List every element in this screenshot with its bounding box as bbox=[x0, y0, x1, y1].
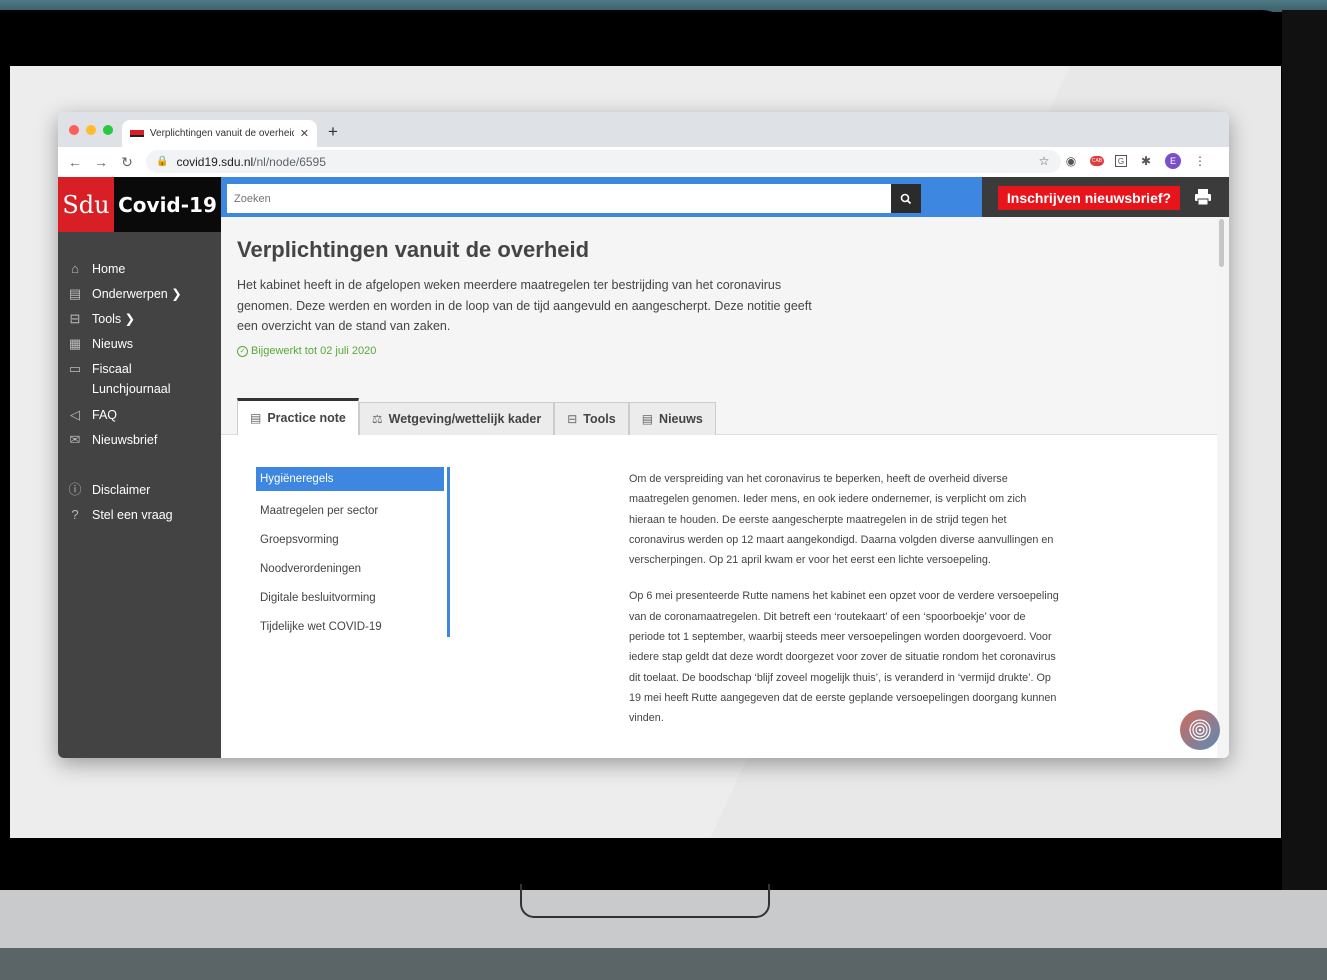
sidebar-item-label: Disclaimer bbox=[92, 483, 151, 497]
scrollbar[interactable] bbox=[1217, 217, 1229, 758]
laptop-notch bbox=[520, 884, 770, 918]
tab-practice-note[interactable]: ▤ Practice note bbox=[237, 398, 359, 435]
toc-item-maatregelen-per-sector[interactable]: Maatregelen per sector bbox=[256, 496, 444, 525]
main-content: Verplichtingen vanuit de overheid Het ka… bbox=[221, 217, 1217, 758]
fingerprint-icon[interactable] bbox=[1180, 710, 1220, 750]
updated-notice: ✓ Bijgewerkt tot 02 juli 2020 bbox=[237, 345, 376, 357]
envelope-icon: ✉ bbox=[69, 432, 81, 447]
toc-item-noodverordeningen[interactable]: Noodverordeningen bbox=[256, 554, 444, 583]
browser-toolbar: ← → ↻ 🔒 covid19.sdu.nl /nl/node/6595 ☆ ◉… bbox=[58, 147, 1229, 177]
kebab-menu-icon[interactable]: ⋮ bbox=[1192, 153, 1208, 169]
page-intro: Het kabinet heeft in de afgelopen weken … bbox=[237, 278, 812, 333]
close-window-button[interactable] bbox=[69, 125, 79, 135]
sidebar-item-fiscaal-lunchjournaal[interactable]: ▭ Fiscaal Lunchjournaal bbox=[67, 362, 182, 399]
article-paragraph: Op 6 mei presenteerde Rutte namens het k… bbox=[629, 590, 1059, 725]
sidebar-item-stel-een-vraag[interactable]: ? Stel een vraag bbox=[67, 507, 173, 525]
tab-close-icon[interactable]: ✕ bbox=[300, 127, 309, 140]
search-button[interactable] bbox=[891, 184, 921, 213]
new-tab-icon[interactable]: + bbox=[328, 122, 338, 142]
toc-item-groepsvorming[interactable]: Groepsvorming bbox=[256, 525, 444, 554]
tab-label: Practice note bbox=[267, 411, 346, 425]
extension-badge-icon[interactable]: CAB bbox=[1090, 156, 1104, 166]
extension-circle-icon[interactable]: ◉ bbox=[1063, 153, 1079, 169]
scales-icon: ⚖ bbox=[371, 412, 383, 426]
page-hero: Verplichtingen vanuit de overheid Het ka… bbox=[221, 217, 1217, 435]
subscribe-newsletter-button[interactable]: Inschrijven nieuwsbrief? bbox=[998, 186, 1180, 210]
profile-avatar[interactable]: E bbox=[1165, 153, 1181, 169]
sidebar-item-label: FAQ bbox=[92, 408, 118, 422]
tv-icon: ▭ bbox=[68, 361, 82, 376]
updated-text: Bijgewerkt tot 02 juli 2020 bbox=[251, 345, 377, 357]
home-icon: ⌂ bbox=[71, 261, 79, 276]
sidebar-item-home[interactable]: ⌂ Home bbox=[67, 262, 125, 279]
sidebar-item-faq[interactable]: ◁ FAQ bbox=[67, 408, 117, 425]
sidebar-item-label: Nieuws bbox=[92, 337, 133, 351]
puzzle-icon[interactable]: ✱ bbox=[1138, 153, 1154, 169]
article-paragraph: Om de verspreiding van het coronavirus t… bbox=[629, 473, 1054, 567]
laptop-base-shadow bbox=[0, 948, 1327, 980]
sidebar-item-label: Tools ❯ bbox=[92, 312, 136, 326]
bookmark-star-icon[interactable]: ☆ bbox=[1036, 153, 1052, 169]
document-icon: ▤ bbox=[250, 411, 262, 425]
sidebar-item-label: Fiscaal Lunchjournaal bbox=[92, 362, 171, 396]
article-body: Om de verspreiding van het coronavirus t… bbox=[629, 469, 1061, 745]
tab-title: Verplichtingen vanuit de overheid bbox=[149, 128, 294, 139]
sidebar-item-label: Nieuwsbrief bbox=[92, 433, 158, 447]
sidebar-item-label: Home bbox=[92, 262, 126, 276]
check-circle-icon: ✓ bbox=[237, 345, 248, 357]
sidebar-item-label: Onderwerpen ❯ bbox=[92, 287, 182, 301]
megaphone-icon: ◁ bbox=[70, 407, 80, 422]
sidebar-item-tools[interactable]: ⊟ Tools ❯ bbox=[67, 311, 136, 329]
url-host: covid19.sdu.nl bbox=[176, 154, 254, 169]
search-input[interactable] bbox=[227, 184, 891, 213]
page-title: Verplichtingen vanuit de overheid bbox=[237, 237, 590, 262]
tab-wetgeving[interactable]: ⚖ Wetgeving/wettelijk kader bbox=[358, 402, 555, 435]
lock-icon: 🔒 bbox=[156, 156, 169, 167]
forward-icon[interactable]: → bbox=[88, 154, 114, 170]
toolbox-icon: ⊟ bbox=[567, 412, 578, 426]
covid-logo[interactable]: Covid-19 bbox=[114, 177, 221, 232]
extension-g-icon[interactable]: G bbox=[1115, 155, 1127, 167]
toolbox-icon: ⊟ bbox=[69, 311, 81, 326]
newspaper-icon: ▦ bbox=[68, 336, 82, 351]
sdu-logo[interactable]: Sdu bbox=[58, 177, 114, 232]
info-icon: ⓘ bbox=[68, 482, 82, 497]
tab-label: Wetgeving/wettelijk kader bbox=[388, 412, 542, 426]
laptop-bezel-edge bbox=[1282, 10, 1327, 890]
back-icon[interactable]: ← bbox=[62, 154, 88, 170]
search-icon bbox=[900, 193, 912, 204]
document-icon: ▤ bbox=[68, 286, 82, 301]
url-path: /nl/node/6595 bbox=[253, 154, 326, 169]
tab-label: Tools bbox=[583, 412, 616, 426]
tab-tools[interactable]: ⊟ Tools bbox=[554, 402, 629, 435]
newspaper-icon: ▤ bbox=[641, 412, 654, 426]
fingerprint-glyph bbox=[1189, 719, 1211, 741]
sidebar-item-nieuwsbrief[interactable]: ✉ Nieuwsbrief bbox=[67, 432, 158, 450]
question-icon: ? bbox=[71, 507, 79, 522]
favicon-icon bbox=[130, 130, 144, 137]
toc-item-digitale-besluitvorming[interactable]: Digitale besluitvorming bbox=[256, 583, 444, 612]
content-tabs: ▤ Practice note ⚖ Wetgeving/wettelijk ka… bbox=[237, 398, 716, 436]
sidebar-item-nieuws[interactable]: ▦ Nieuws bbox=[67, 337, 133, 354]
browser-tab[interactable]: Verplichtingen vanuit de overheid ✕ bbox=[122, 120, 317, 147]
tab-nieuws[interactable]: ▤ Nieuws bbox=[628, 402, 716, 435]
table-of-contents: Hygiëneregels Maatregelen per sector Gro… bbox=[256, 467, 450, 637]
tab-strip: Verplichtingen vanuit de overheid ✕ + bbox=[58, 112, 1229, 147]
print-icon[interactable] bbox=[1194, 188, 1212, 206]
reload-icon[interactable]: ↻ bbox=[114, 154, 140, 171]
sidebar-item-onderwerpen[interactable]: ▤ Onderwerpen ❯ bbox=[67, 287, 182, 304]
sidebar-item-label: Stel een vraag bbox=[92, 508, 173, 522]
extensions-area: ☆ ◉ CAB G ✱ E ⋮ bbox=[1036, 153, 1208, 169]
toc-item-tijdelijke-wet[interactable]: Tijdelijke wet COVID-19 bbox=[256, 612, 444, 641]
toc-item-hygieneregels[interactable]: Hygiëneregels bbox=[256, 467, 444, 491]
tab-label: Nieuws bbox=[659, 412, 703, 426]
address-bar[interactable]: 🔒 covid19.sdu.nl /nl/node/6595 bbox=[146, 150, 1061, 173]
browser-window: Verplichtingen vanuit de overheid ✕ + ← … bbox=[58, 112, 1229, 758]
zoom-window-button[interactable] bbox=[103, 125, 113, 135]
scrollbar-thumb[interactable] bbox=[1219, 219, 1224, 267]
sidebar-item-disclaimer[interactable]: ⓘ Disclaimer bbox=[67, 483, 150, 500]
minimize-window-button[interactable] bbox=[86, 125, 96, 135]
sidebar: ⌂ Home ▤ Onderwerpen ❯ ⊟ Tools ❯ ▦ Nieuw… bbox=[58, 232, 221, 758]
